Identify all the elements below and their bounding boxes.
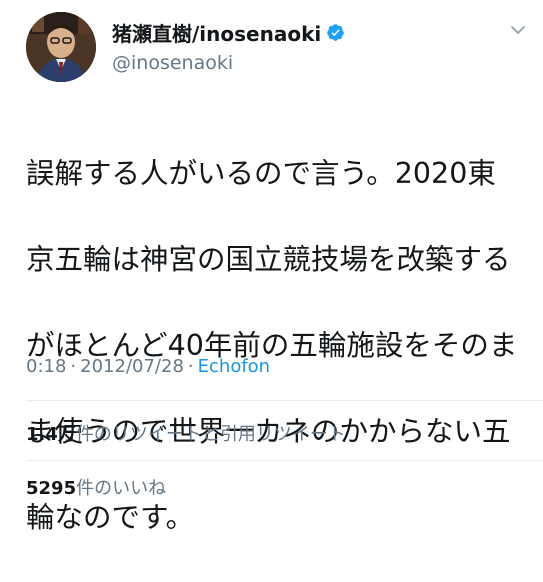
user-names: 猪瀬直樹/inosenaoki @inosenaoki [112,18,345,74]
tweet-text-line: 京五輪は神宮の国立競技場を改築する [26,243,511,276]
tweet-text-line: 輪なのです。 [26,501,195,534]
tweet-source-link[interactable]: Echofon [198,356,270,377]
tweet-date[interactable]: 2012/07/28 [80,356,184,377]
retweets-count: 1.4万 [26,424,76,445]
tweet-text-line: 誤解する人がいるので言う。2020東 [26,157,496,190]
avatar-image [26,12,96,82]
user-handle[interactable]: @inosenaoki [112,52,345,74]
likes-stat[interactable]: 5295件のいいね [26,474,166,500]
display-name[interactable]: 猪瀬直樹/inosenaoki [112,18,321,47]
avatar[interactable] [26,12,96,82]
display-name-row: 猪瀬直樹/inosenaoki [112,18,345,46]
tweet-time[interactable]: 0:18 [26,356,66,377]
retweets-label: 件のリツイートと引用リツイート [75,424,346,445]
tweet-header: 猪瀬直樹/inosenaoki @inosenaoki [26,8,526,90]
retweets-stat[interactable]: 1.4万件のリツイートと引用リツイート [26,420,346,446]
tweet-meta: 0:18 · 2012/07/28 · Echofon [26,356,270,377]
meta-separator: · [187,356,194,377]
divider [26,400,543,401]
divider [26,460,543,461]
chevron-down-icon[interactable] [510,22,526,38]
meta-separator: · [70,356,77,377]
likes-label: 件のいいね [76,478,167,499]
verified-badge-icon [326,23,345,42]
tweet-card: 猪瀬直樹/inosenaoki @inosenaoki 誤解する人がいるので言う… [0,0,543,534]
tweet-text: 誤解する人がいるので言う。2020東 京五輪は神宮の国立競技場を改築する がほと… [26,109,521,582]
likes-count: 5295 [26,478,77,499]
